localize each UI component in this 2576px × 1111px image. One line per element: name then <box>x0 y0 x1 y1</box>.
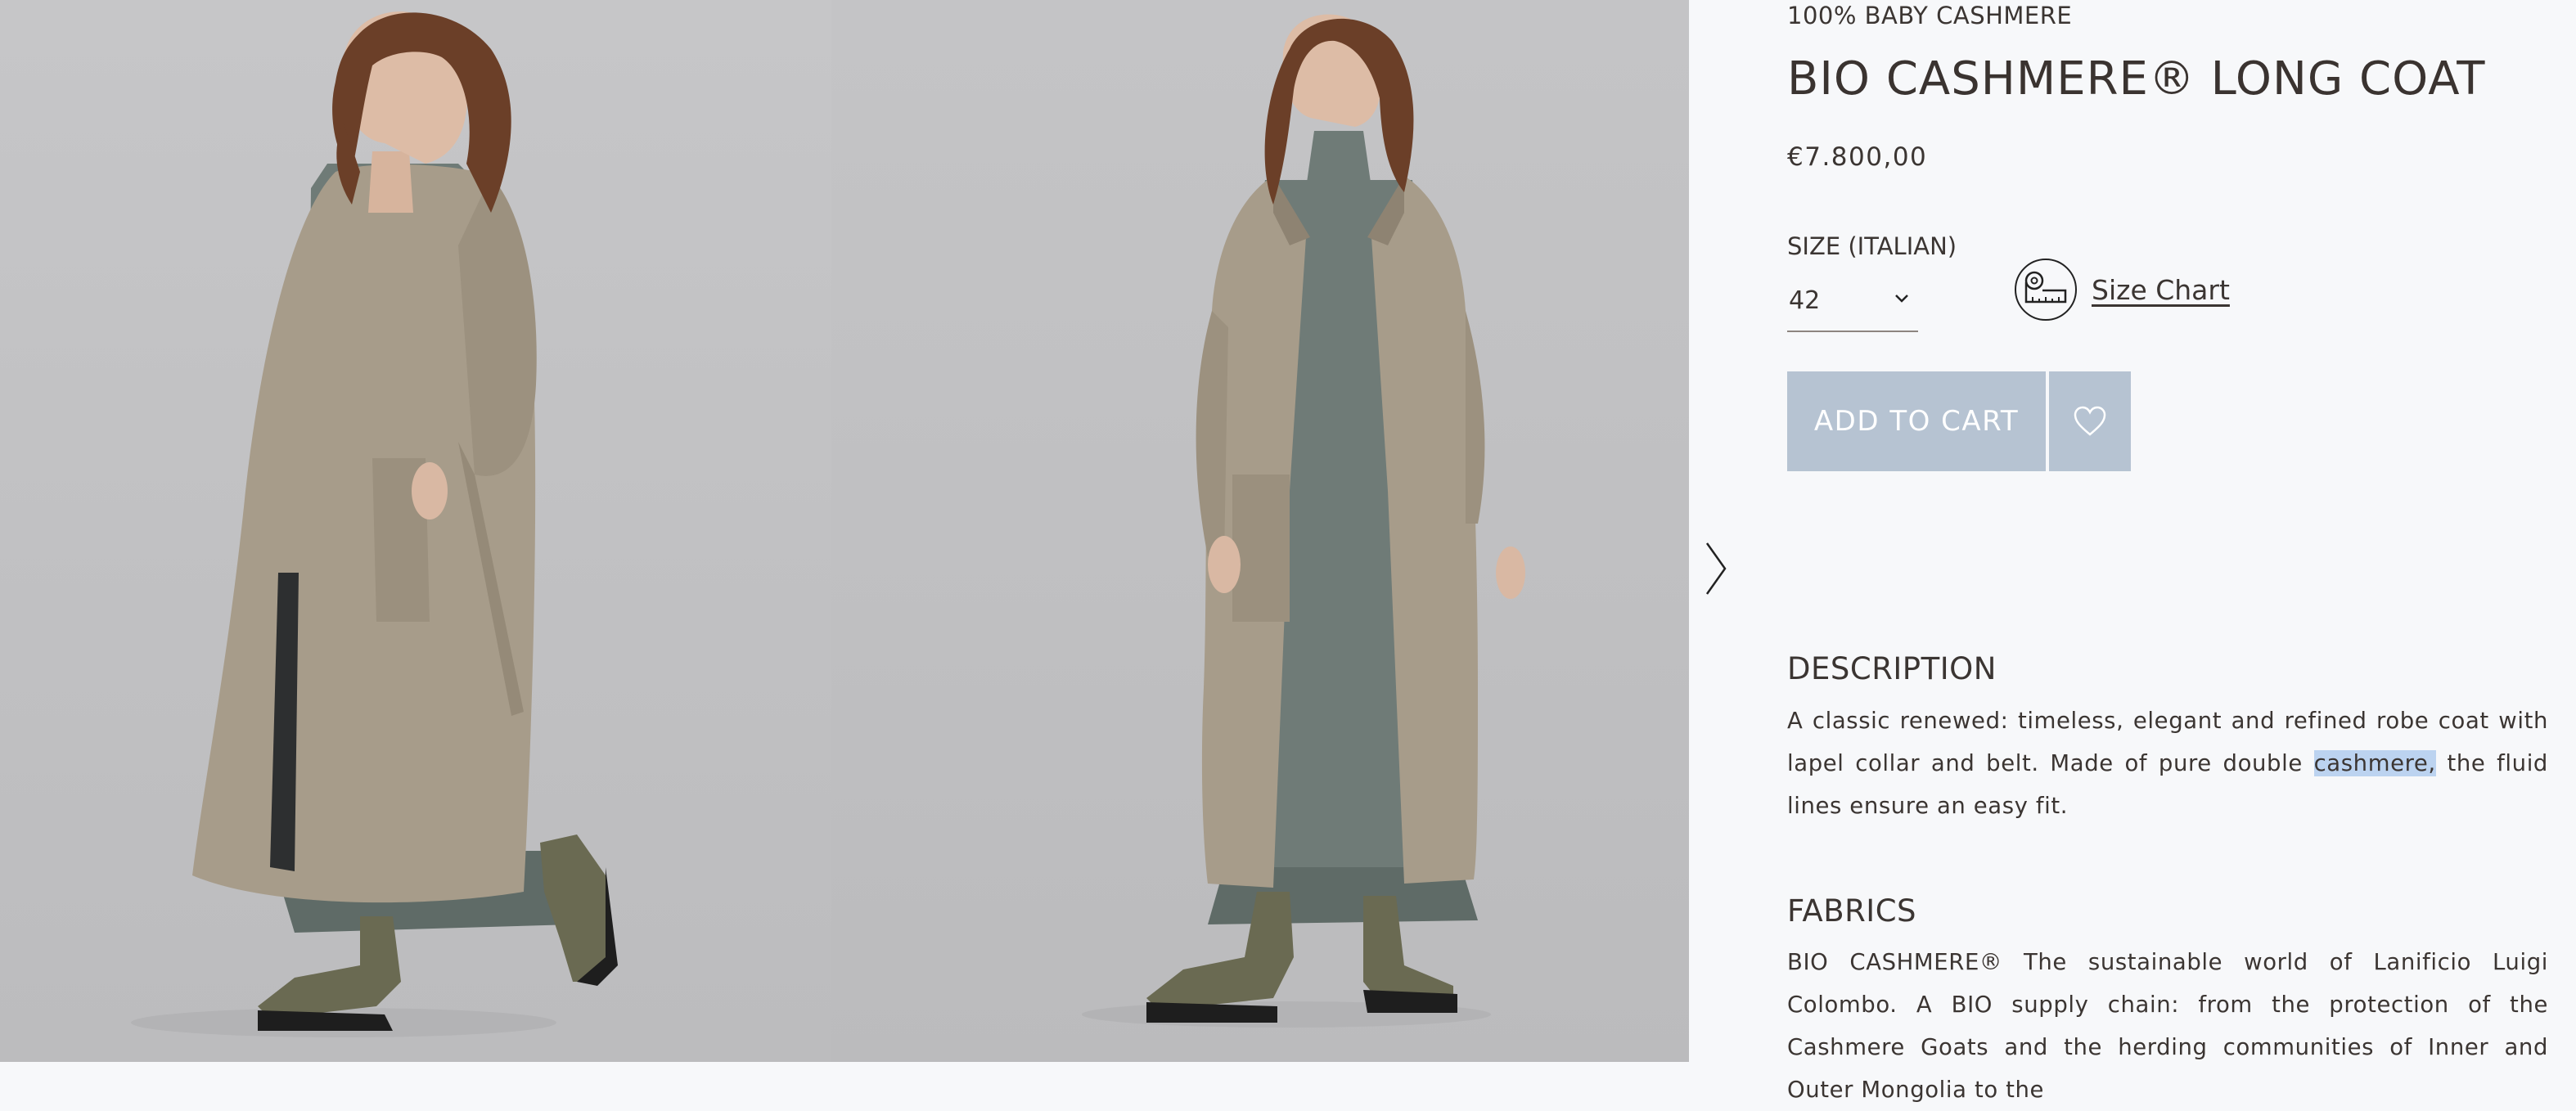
product-title: BIO CASHMERE® LONG COAT <box>1787 52 2486 106</box>
measuring-tape-icon <box>2015 259 2077 321</box>
size-select[interactable]: 42 <box>1787 278 1918 332</box>
description-text: A classic renewed: timeless, elegant and… <box>1787 699 2548 827</box>
fabrics-text: BIO CASHMERE® The sustainable world of L… <box>1787 949 2548 1103</box>
heart-icon <box>2074 406 2106 436</box>
size-selected-value: 42 <box>1789 286 1821 315</box>
product-info-panel: 100% BABY CASHMERE BIO CASHMERE® LONG CO… <box>1689 0 2576 1103</box>
fabrics-heading: FABRICS <box>1787 893 1917 929</box>
selected-text: cashmere, <box>2313 750 2436 776</box>
product-price: €7.800,00 <box>1787 142 1928 172</box>
description-heading: DESCRIPTION <box>1787 651 1997 686</box>
size-chart-label: Size Chart <box>2092 273 2230 306</box>
product-photo-side <box>0 0 831 1062</box>
size-label: SIZE (ITALIAN) <box>1787 232 1957 260</box>
product-gallery[interactable] <box>0 0 1689 1062</box>
size-chart-link[interactable]: Size Chart <box>2015 259 2230 321</box>
chevron-down-icon <box>1895 295 1908 303</box>
product-photo-front <box>831 0 1689 1062</box>
add-to-cart-button[interactable]: ADD TO CART <box>1787 371 2046 471</box>
product-kicker: 100% BABY CASHMERE <box>1787 2 2073 29</box>
add-to-wishlist-button[interactable] <box>2049 371 2131 471</box>
